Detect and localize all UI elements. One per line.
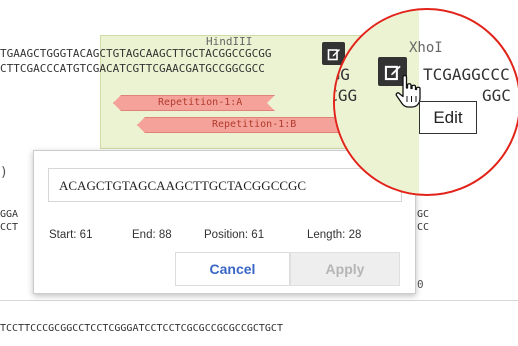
left-fragment-top: GGA <box>0 209 19 220</box>
start-label: Start: 61 <box>49 229 93 241</box>
feature-label-repetition-a: Repetition-1:A <box>158 97 243 108</box>
left-marker: ) <box>0 165 8 180</box>
left-fragment-bottom: CCT <box>0 222 19 233</box>
magnifier-seq-right-bottom: GGC <box>482 86 511 105</box>
feature-label-repetition-b: Repetition-1:B <box>212 119 297 130</box>
edit-tooltip: Edit <box>419 101 477 134</box>
magnifier-seq-left-bottom: GCCGG <box>335 86 358 105</box>
length-label: Length: 28 <box>307 229 362 241</box>
position-label: Position: 61 <box>204 229 265 241</box>
end-label: End: 88 <box>132 229 172 241</box>
sequence-view: HindIII TGAAGCTGGGTACAGCTGTAGCAAGCTTGCTA… <box>0 0 518 346</box>
cancel-button[interactable]: Cancel <box>175 252 290 286</box>
apply-button[interactable]: Apply <box>290 252 400 286</box>
separator-line <box>0 300 518 301</box>
right-fragment-top: GC <box>417 209 430 220</box>
right-fragment-bottom: CC <box>417 222 430 233</box>
magnifier-seq-left-top: CGG <box>335 65 350 84</box>
bottom-partial-strand: TCCTTCCCGCGGCCTCCTCGGGATCCTCCTCGCGCCGCGC… <box>0 323 283 334</box>
zoom-magnifier: XhoI CGG GCCGG TCGAGGCCC GGC Edit <box>333 8 518 196</box>
magnifier-seq-right-top: TCGAGGCCC <box>423 65 510 84</box>
hand-pointer-icon <box>395 75 421 108</box>
bottom-strand: CTTCGACCCATGTCGACATCGTTCGAACGATGCCGGCGCC <box>0 62 265 75</box>
right-marker: 0 <box>417 278 424 291</box>
top-strand: TGAAGCTGGGTACAGCTGTAGCAAGCTTGCTACGGCCGCG… <box>0 47 272 60</box>
enzyme-label-xhoi[interactable]: XhoI <box>409 40 443 56</box>
